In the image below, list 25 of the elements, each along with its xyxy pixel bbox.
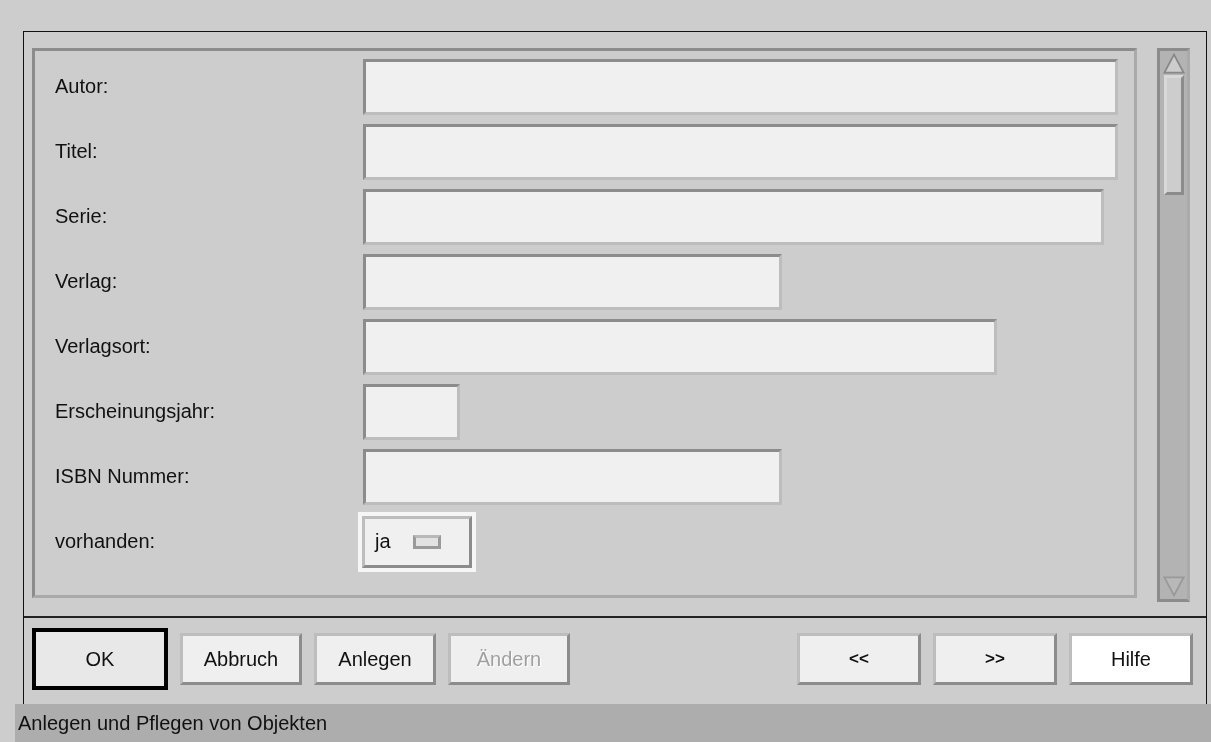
input-field[interactable] <box>363 383 460 440</box>
field-label: Autor: <box>55 75 110 98</box>
nav-button[interactable]: Hilfe <box>1069 633 1193 685</box>
scrollbar[interactable] <box>1157 48 1190 602</box>
nav-button[interactable]: << <box>797 633 921 685</box>
status-bar: Anlegen und Pflegen von Objekten <box>15 704 1211 742</box>
field-label: ISBN Nummer: <box>55 465 191 488</box>
input-field[interactable] <box>363 253 782 310</box>
input-field[interactable] <box>363 58 1118 115</box>
input-field[interactable] <box>363 448 782 505</box>
input-field[interactable] <box>363 318 997 375</box>
dialog-button[interactable]: Abbruch <box>180 633 302 685</box>
field-label: Verlagsort: <box>55 335 152 358</box>
field-label: Erscheinungsjahr: <box>55 400 217 423</box>
nav-button[interactable]: >> <box>933 633 1057 685</box>
dialog-button[interactable]: OK <box>32 628 168 690</box>
input-field[interactable] <box>363 123 1118 180</box>
input-field[interactable] <box>363 188 1104 245</box>
field-label: Titel: <box>55 140 99 163</box>
dialog-button[interactable]: Anlegen <box>314 633 436 685</box>
field-label: Serie: <box>55 205 109 228</box>
option-indicator-icon <box>412 534 441 549</box>
field-label: vorhanden: <box>55 530 157 553</box>
field-label: Verlag: <box>55 270 119 293</box>
option-menu[interactable]: ja <box>362 515 472 568</box>
